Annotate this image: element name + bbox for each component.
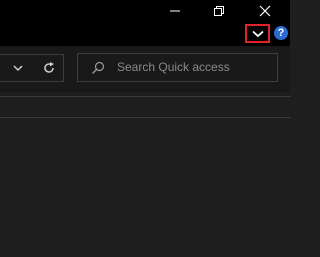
chevron-down-icon — [13, 64, 23, 71]
minimize-button[interactable] — [152, 0, 198, 22]
search-placeholder: Search Quick access — [117, 60, 230, 74]
chevron-down-icon — [251, 30, 264, 37]
restore-icon — [214, 6, 224, 16]
help-label: ? — [277, 27, 285, 39]
refresh-icon — [44, 62, 54, 73]
refresh-button[interactable] — [42, 61, 56, 75]
search-icon — [92, 61, 105, 74]
close-button[interactable] — [242, 0, 288, 22]
recent-locations-button[interactable] — [12, 62, 24, 74]
column-header — [0, 96, 291, 118]
expand-ribbon-button[interactable] — [245, 24, 270, 43]
close-icon — [259, 5, 271, 17]
help-button[interactable]: ? — [274, 26, 288, 40]
title-bar: ? — [0, 0, 290, 46]
minimize-icon — [170, 10, 180, 12]
file-list[interactable] — [0, 118, 290, 257]
search-input[interactable]: Search Quick access — [77, 53, 278, 82]
restore-button[interactable] — [196, 0, 242, 22]
